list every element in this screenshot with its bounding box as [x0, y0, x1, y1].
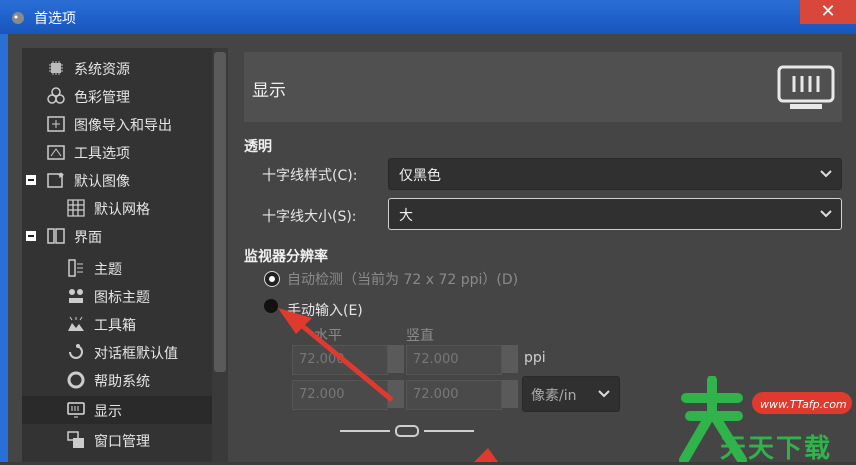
sidebar-item-label: 图像导入和导出 — [74, 118, 172, 134]
vertical-label: 竖直 — [406, 328, 434, 344]
vertical-resolution-spin-buttons[interactable] — [502, 380, 518, 408]
sidebar-item-window-management[interactable]: 窗口管理 — [22, 426, 212, 454]
grid-icon — [67, 199, 85, 217]
chevron-down-icon — [598, 390, 610, 398]
vertical-ppi-input[interactable]: 72.000 — [406, 345, 502, 375]
gimp-app-icon — [12, 12, 24, 24]
sidebar-item-dialog-defaults[interactable]: 对话框默认值 — [22, 338, 212, 366]
vertical-spin-buttons[interactable] — [502, 345, 518, 373]
help-lifebuoy-icon — [67, 371, 85, 389]
icon-theme-icon — [69, 289, 83, 303]
crosshair-size-value: 大 — [399, 208, 413, 224]
watermark-text: 天天下载 — [720, 434, 833, 464]
chip-icon — [49, 61, 63, 75]
horizontal-ppi-input[interactable]: 72.000 — [292, 345, 388, 375]
sidebar-item-default-image[interactable]: 默认图像 — [22, 166, 212, 194]
sidebar-item-help-system[interactable]: 帮助系统 — [22, 366, 212, 394]
sidebar-item-label: 默认图像 — [74, 174, 130, 190]
panel-header: 显示 — [244, 52, 842, 122]
sidebar-item-label: 系统资源 — [74, 62, 130, 78]
sidebar-item-label: 工具选项 — [74, 146, 130, 162]
sidebar-item-label: 主题 — [94, 262, 122, 278]
default-image-icon — [47, 172, 64, 188]
chevron-down-icon — [820, 210, 832, 218]
sidebar-item-icon-theme[interactable]: 图标主题 — [22, 282, 212, 310]
chain-link-icon[interactable] — [340, 424, 474, 438]
sidebar-item-toolbox[interactable]: 工具箱 — [22, 310, 212, 338]
vertical-resolution-input[interactable]: 72.000 — [406, 380, 502, 410]
theme-icon — [68, 259, 83, 277]
crosshair-style-value: 仅黑色 — [399, 168, 441, 184]
sidebar-item-default-grid[interactable]: 默认网格 — [22, 194, 212, 222]
crosshair-size-label: 十字线大小(S): — [262, 209, 357, 225]
crosshair-style-select[interactable]: 仅黑色 — [388, 158, 842, 190]
color-circles-icon — [47, 87, 65, 104]
sidebar-item-label: 对话框默认值 — [94, 346, 178, 362]
sidebar-item-label: 显示 — [94, 404, 122, 420]
sidebar-item-label: 工具箱 — [94, 318, 136, 334]
sidebar-item-interface[interactable]: 界面 — [22, 222, 212, 250]
horizontal-resolution-spin-buttons[interactable] — [388, 380, 404, 408]
image-import-icon — [47, 116, 65, 132]
toolbox-icon — [68, 316, 84, 331]
window-title: 首选项 — [34, 11, 76, 27]
sidebar-item-display[interactable]: 显示 — [22, 396, 212, 424]
manual-input-radio[interactable] — [264, 299, 278, 313]
window-management-icon — [67, 431, 84, 448]
sidebar-item-theme[interactable]: 主题 — [22, 254, 212, 282]
interface-icon — [47, 228, 65, 244]
crosshair-style-label: 十字线样式(C): — [262, 168, 358, 184]
crosshair-size-select[interactable]: 大 — [388, 198, 842, 230]
sidebar-scroll-thumb[interactable] — [214, 52, 226, 372]
monitor-resolution-heading: 监视器分辨率 — [244, 249, 328, 265]
auto-detect-radio[interactable] — [264, 271, 280, 287]
sidebar-item-label: 界面 — [74, 230, 102, 246]
horizontal-label: 水平 — [314, 328, 342, 344]
chevron-down-icon — [820, 170, 832, 178]
ppi-unit-label: ppi — [524, 350, 546, 366]
sidebar-item-color-management[interactable]: 色彩管理 — [22, 82, 212, 110]
collapse-icon[interactable] — [26, 231, 36, 241]
collapse-icon[interactable] — [26, 175, 36, 185]
display-icon — [67, 402, 85, 418]
sidebar-item-tool-options[interactable]: 工具选项 — [22, 138, 212, 166]
close-button[interactable]: ✕ — [800, 0, 856, 24]
sidebar-item-label: 色彩管理 — [74, 90, 130, 106]
sidebar-item-label: 帮助系统 — [94, 374, 150, 390]
title-bar: 首选项 ✕ — [0, 0, 856, 34]
display-monitor-icon — [777, 65, 835, 109]
tool-options-icon — [47, 145, 65, 160]
auto-detect-label: 自动检测（当前为 72 x 72 ppi）(D) — [287, 272, 519, 288]
sidebar-item-system-resources[interactable]: 系统资源 — [22, 54, 212, 82]
sidebar-item-label: 默认网格 — [94, 202, 150, 218]
dialog-defaults-icon — [69, 344, 83, 359]
sidebar-item-label: 图标主题 — [94, 290, 150, 306]
sidebar-item-image-import-export[interactable]: 图像导入和导出 — [22, 110, 212, 138]
manual-input-label: 手动输入(E) — [287, 303, 363, 319]
sidebar-item-label: 窗口管理 — [94, 434, 150, 450]
resolution-unit-select[interactable]: 像素/in — [522, 376, 620, 412]
horizontal-spin-buttons[interactable] — [388, 345, 404, 373]
horizontal-resolution-input[interactable]: 72.000 — [292, 380, 388, 410]
resolution-unit-value: 像素/in — [531, 388, 577, 404]
transparency-heading: 透明 — [244, 139, 272, 155]
window-border — [0, 34, 8, 462]
page-title: 显示 — [252, 81, 286, 101]
watermark-url: www.TTafp.com — [760, 398, 847, 411]
preferences-sidebar: 系统资源 色彩管理 图像导入和导出 工具选项 默认图像 默认网格 界面 主题 图… — [22, 48, 212, 462]
